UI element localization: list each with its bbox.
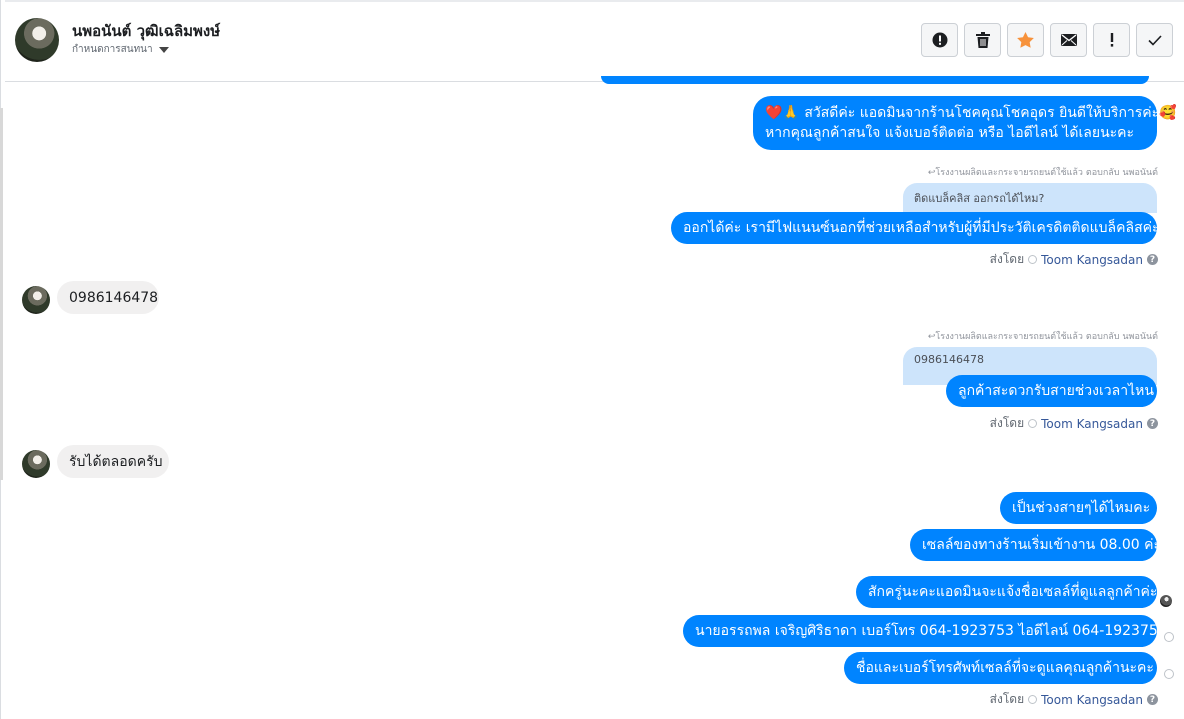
sent-by-label: ส่งโดย — [989, 416, 1025, 430]
outgoing-message[interactable]: ลูกค้าสะดวกรับสายช่วงเวลาไหน — [946, 375, 1157, 407]
star-button[interactable] — [1007, 23, 1044, 57]
incoming-message[interactable]: รับได้ตลอดครับ — [57, 445, 169, 478]
exclamation-icon — [1110, 33, 1113, 47]
delivered-check-icon — [1164, 669, 1174, 679]
check-circle-icon — [1028, 255, 1038, 264]
delete-button[interactable] — [964, 23, 1001, 57]
reply-indicator: ↩โรงงานผลิตและกระจายรถยนต์ใช้แล้ว ตอบกลั… — [927, 332, 1158, 342]
mark-unread-button[interactable] — [1050, 23, 1087, 57]
incoming-message[interactable]: 0986146478 — [57, 281, 159, 314]
alert-circle-icon — [932, 32, 947, 48]
outgoing-message[interactable]: ออกได้ค่ะ เรามีไฟแนนซ์นอกที่ช่วยเหลือสำห… — [671, 212, 1160, 244]
seen-avatar — [1160, 595, 1172, 607]
sender-name[interactable]: Toom Kangsadan — [1041, 253, 1143, 267]
message-text-line: หากคุณลูกค้าสนใจ แจ้งเบอร์ติดต่อ หรือ ไอ… — [765, 125, 1135, 141]
sent-by-info: ส่งโดย Toom Kangsadan ? — [990, 250, 1158, 269]
outgoing-message[interactable]: ชื่อและเบอร์โทรศัพท์เซลล์ที่จะดูแลคุณลูก… — [844, 652, 1157, 684]
message-bubble-partial — [601, 76, 1149, 84]
avatar[interactable] — [22, 450, 50, 478]
sent-by-info: ส่งโดย Toom Kangsadan ? — [990, 690, 1158, 709]
conversation-status-label: กำหนดการสนทนา — [72, 44, 153, 55]
sender-name[interactable]: Toom Kangsadan — [1041, 693, 1143, 707]
conversation-status-dropdown[interactable]: กำหนดการสนทนา — [72, 42, 169, 57]
help-icon[interactable]: ? — [1147, 694, 1158, 705]
check-circle-icon — [1028, 695, 1038, 704]
delivered-check-icon — [1164, 632, 1174, 642]
outgoing-message[interactable]: เซลล์ของทางร้านเริ่มเข้างาน 08.00 ค่ะ — [910, 529, 1161, 561]
important-button[interactable] — [1093, 23, 1130, 57]
check-icon — [1147, 34, 1162, 46]
sent-by-info: ส่งโดย Toom Kangsadan ? — [990, 414, 1158, 433]
check-circle-icon — [1028, 419, 1038, 428]
conversation-header: นพอนันต์ วุฒิเฉลิมพงษ์ กำหนดการสนทนา — [5, 2, 1184, 82]
avatar[interactable] — [22, 286, 50, 314]
message-text-line: ❤️🙏 สวัสดีค่ะ แอดมินจากร้านโชคคุณโชคอุดร… — [765, 105, 1177, 121]
outgoing-message[interactable]: สักครู่นะคะแอดมินจะแจ้งชื่อเซลล์ที่ดูแลล… — [856, 576, 1157, 608]
trash-icon — [975, 32, 990, 48]
quoted-message[interactable]: ติดแบล็คลิส ออกรถได้ไหม? — [903, 183, 1157, 213]
done-button[interactable] — [1136, 23, 1173, 57]
scrollbar[interactable] — [0, 108, 3, 480]
reply-indicator: ↩โรงงานผลิตและกระจายรถยนต์ใช้แล้ว ตอบกลั… — [927, 168, 1158, 178]
outgoing-message[interactable]: ❤️🙏 สวัสดีค่ะ แอดมินจากร้านโชคคุณโชคอุดร… — [753, 96, 1177, 150]
sent-by-label: ส่งโดย — [989, 692, 1025, 706]
help-icon[interactable]: ? — [1147, 418, 1158, 429]
envelope-icon — [1060, 34, 1077, 46]
spam-button[interactable] — [921, 23, 958, 57]
contact-name[interactable]: นพอนันต์ วุฒิเฉลิมพงษ์ — [72, 19, 220, 43]
sent-by-label: ส่งโดย — [989, 252, 1025, 266]
outgoing-message[interactable]: นายอรรถพล เจริญศิริธาดา เบอร์โทร 064-192… — [683, 615, 1167, 647]
sender-name[interactable]: Toom Kangsadan — [1041, 417, 1143, 431]
outgoing-message[interactable]: เป็นช่วงสายๆได้ไหมคะ — [1000, 492, 1157, 524]
chevron-down-icon — [158, 46, 169, 53]
avatar[interactable] — [15, 18, 59, 62]
header-actions — [921, 23, 1173, 57]
help-icon[interactable]: ? — [1147, 254, 1158, 265]
star-icon — [1017, 32, 1034, 48]
